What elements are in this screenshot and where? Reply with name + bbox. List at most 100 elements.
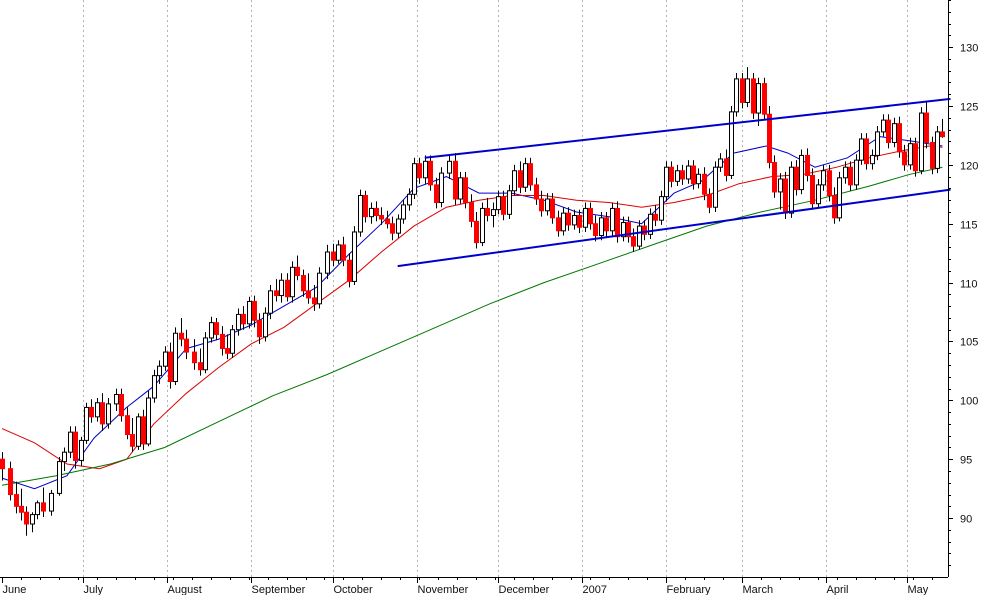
candle-body (729, 111, 734, 176)
y-tick-label: 105 (960, 337, 978, 349)
candle-body (209, 322, 214, 339)
candle-body (423, 160, 428, 179)
candle-body (268, 290, 273, 314)
candle-body (469, 202, 474, 222)
candle-body (73, 431, 78, 461)
candle-body (892, 123, 897, 143)
candle-body (854, 159, 859, 186)
candle-body (919, 112, 924, 172)
candle-body (89, 406, 94, 418)
candle-body (230, 329, 235, 354)
x-tick-label: May (908, 584, 929, 595)
candle-body (566, 212, 571, 226)
candle-body (724, 158, 729, 176)
y-tick-label: 100 (960, 396, 978, 408)
x-tick-label: June (3, 584, 27, 595)
candle-body (659, 196, 664, 221)
candle-body (588, 207, 593, 225)
candle-body (870, 154, 875, 165)
x-tick-label: March (743, 584, 774, 595)
candle-body (84, 406, 89, 441)
candle-body (136, 416, 141, 447)
candle-body (507, 190, 512, 215)
candle-body (152, 375, 157, 399)
candle-body (599, 217, 604, 237)
candle-body (252, 300, 257, 321)
x-tick-label: November (418, 584, 469, 595)
candle-body (583, 207, 588, 228)
candle-body (653, 213, 658, 221)
candle-body (163, 351, 168, 367)
candle-body (369, 207, 374, 218)
candle-body (295, 266, 300, 277)
candle-body (740, 78, 745, 103)
candle-body (141, 416, 146, 445)
candles-layer (0, 67, 945, 536)
candle-body (379, 214, 384, 220)
candle-body (539, 198, 544, 212)
candle-body (412, 163, 417, 195)
candle-body (615, 207, 620, 238)
x-tick-label: December (499, 584, 550, 595)
candle-body (778, 178, 783, 193)
candle-body (696, 173, 701, 185)
candle-body (669, 166, 674, 182)
candle-body (767, 113, 772, 164)
candle-body (702, 173, 707, 195)
candle-body (463, 177, 468, 204)
candle-body (130, 434, 135, 447)
candle-body (279, 279, 284, 297)
candle-body (897, 123, 902, 153)
candle-body (317, 272, 322, 305)
candle-body (79, 439, 84, 461)
candle-body (718, 158, 723, 168)
trendline (424, 97, 951, 159)
candle-body (247, 300, 252, 325)
candle-body (168, 351, 173, 383)
candle-body (257, 319, 262, 338)
candle-body (417, 163, 422, 179)
candle-body (114, 393, 119, 405)
candle-body (935, 131, 940, 169)
candle-body (407, 193, 412, 206)
candle-body (496, 196, 501, 211)
candle-body (610, 207, 615, 232)
x-tick-label: 2007 (583, 584, 607, 595)
candle-body (49, 492, 54, 512)
candle-body (146, 397, 151, 445)
candle-body (816, 184, 821, 205)
candle-body (30, 514, 35, 525)
candle-body (106, 403, 111, 425)
candle-body (556, 217, 561, 232)
candle-body (301, 275, 306, 292)
candle-body (474, 220, 479, 244)
candle-body (24, 511, 29, 525)
candle-body (290, 266, 295, 298)
candle-body (192, 351, 197, 364)
candle-body (491, 209, 496, 216)
chart-root: 90 95 100 105 110 115 120 125 130 June July August S… (0, 0, 994, 595)
candle-body (843, 166, 848, 179)
candle-body (604, 217, 609, 232)
candle-body (810, 174, 815, 205)
candle-body (358, 194, 363, 233)
candle-body (480, 207, 485, 244)
candle-body (789, 166, 794, 214)
candle-body (68, 431, 73, 453)
candle-body (908, 143, 913, 166)
candle-body (523, 163, 528, 188)
candle-body (453, 160, 458, 200)
x-tick-label: July (84, 584, 104, 595)
candle-body (374, 207, 379, 216)
candle-body (19, 505, 24, 513)
y-tick-label: 90 (960, 514, 972, 526)
candle-body (214, 322, 219, 335)
y-tick-label: 125 (960, 102, 978, 114)
y-tick-label: 110 (960, 279, 978, 291)
candle-body (341, 244, 346, 261)
candle-body (837, 177, 842, 219)
candle-body (263, 312, 268, 338)
candle-body (0, 458, 5, 470)
y-tick-label: 130 (960, 43, 978, 55)
y-tick-label: 115 (960, 220, 978, 232)
